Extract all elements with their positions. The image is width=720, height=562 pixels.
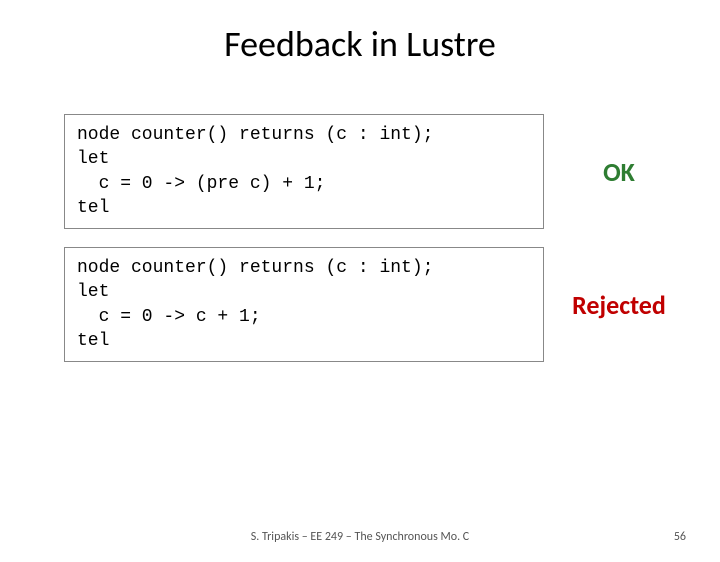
example-row: node counter() returns (c : int); let c … (64, 114, 676, 229)
examples-container: node counter() returns (c : int); let c … (0, 114, 720, 362)
code-block: node counter() returns (c : int); let c … (64, 247, 544, 362)
status-label-rejected: Rejected (562, 289, 676, 321)
status-label-ok: OK (562, 156, 676, 188)
page-number: 56 (674, 530, 686, 544)
page-title: Feedback in Lustre (0, 22, 720, 66)
code-block: node counter() returns (c : int); let c … (64, 114, 544, 229)
example-row: node counter() returns (c : int); let c … (64, 247, 676, 362)
footer-text: S. Tripakis – EE 249 – The Synchronous M… (0, 530, 720, 544)
